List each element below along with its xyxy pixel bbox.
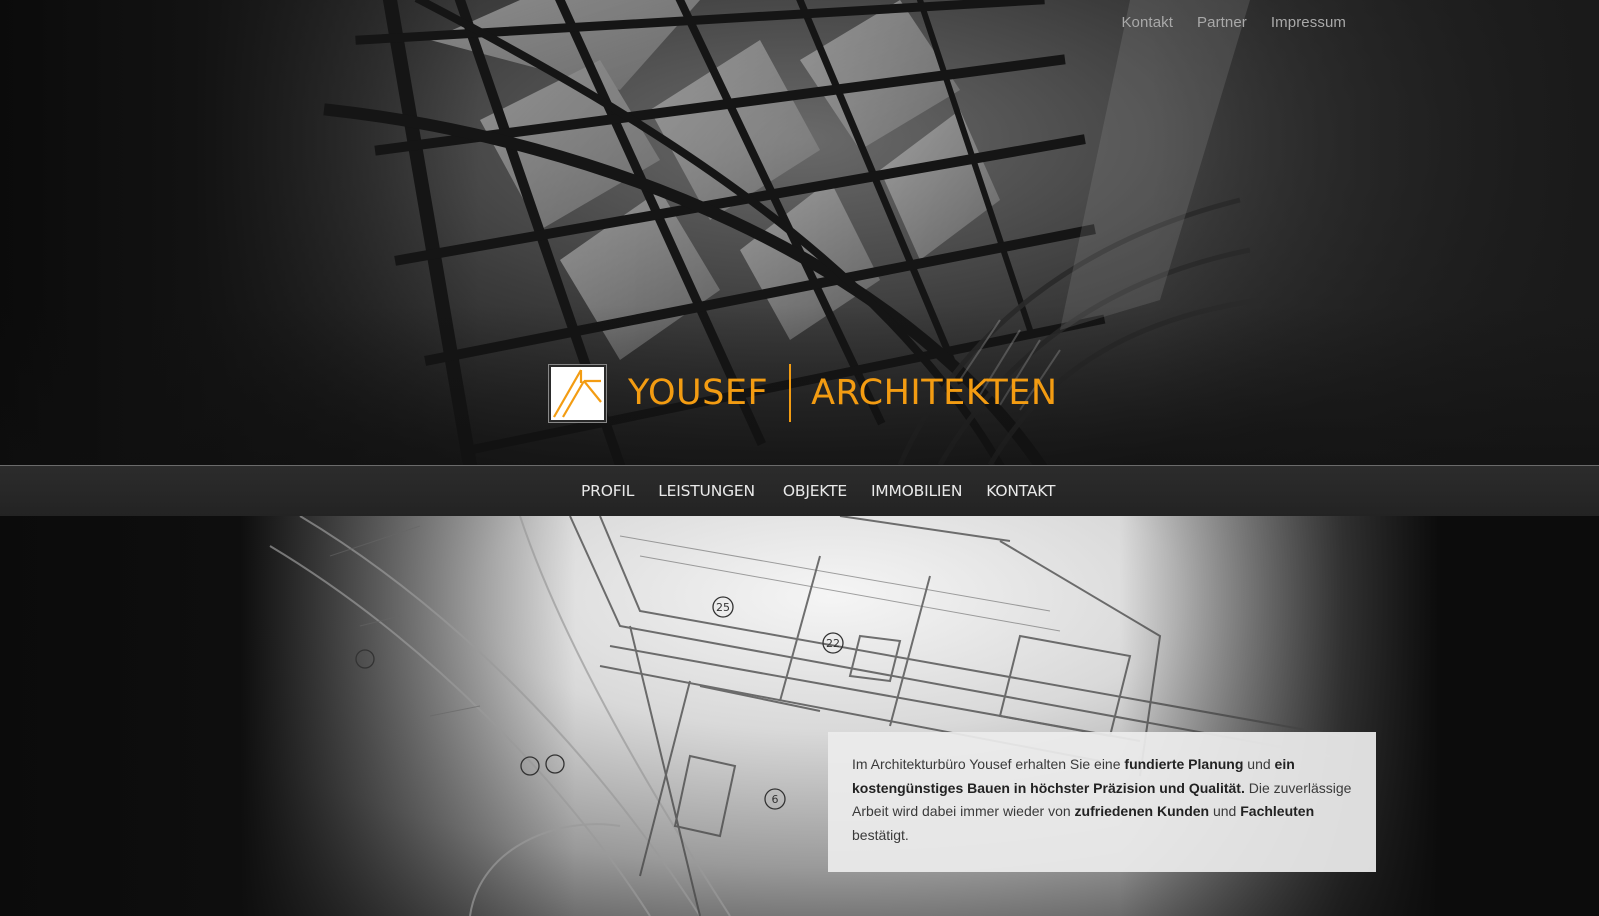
intro-text-box: Im Architekturbüro Yousef erhalten Sie e… (828, 732, 1376, 872)
hero-image: Kontakt Partner Impressum YOUSEF ARCHITE… (0, 0, 1599, 465)
top-link-partner[interactable]: Partner (1197, 14, 1247, 31)
nav-item-objekte[interactable]: OBJEKTE (783, 482, 847, 500)
logo-separator (789, 364, 792, 422)
svg-text:6: 6 (772, 793, 779, 806)
nav-item-leistungen[interactable]: LEISTUNGEN (658, 482, 755, 500)
nav-item-immobilien[interactable]: IMMOBILIEN (871, 482, 963, 500)
intro-highlight-fachleute: Fachleuten (1240, 803, 1315, 819)
svg-text:25: 25 (716, 601, 730, 614)
nav-item-profil[interactable]: PROFIL (581, 482, 634, 500)
nav-item-kontakt[interactable]: KONTAKT (986, 482, 1055, 500)
intro-highlight-kunden: zufriedenen Kunden (1074, 803, 1210, 819)
nav-menu: PROFIL LEISTUNGEN OBJEKTE IMMOBILIEN KON… (581, 466, 1079, 516)
top-link-kontakt[interactable]: Kontakt (1121, 14, 1173, 31)
logo-word-architekten: ARCHITEKTEN (811, 373, 1058, 413)
intro-highlight-planung: fundierte Planung (1124, 756, 1244, 772)
logo-mark-icon (549, 364, 606, 422)
site-logo[interactable]: YOUSEF ARCHITEKTEN (549, 364, 1058, 422)
main-navigation: PROFIL LEISTUNGEN OBJEKTE IMMOBILIEN KON… (0, 465, 1599, 516)
intro-text: Im Architekturbüro Yousef erhalten Sie e… (852, 756, 1352, 843)
svg-text:22: 22 (826, 637, 840, 650)
logo-word-yousef: YOUSEF (628, 373, 769, 413)
top-link-impressum[interactable]: Impressum (1271, 14, 1346, 31)
top-links: Kontakt Partner Impressum (1121, 14, 1346, 31)
